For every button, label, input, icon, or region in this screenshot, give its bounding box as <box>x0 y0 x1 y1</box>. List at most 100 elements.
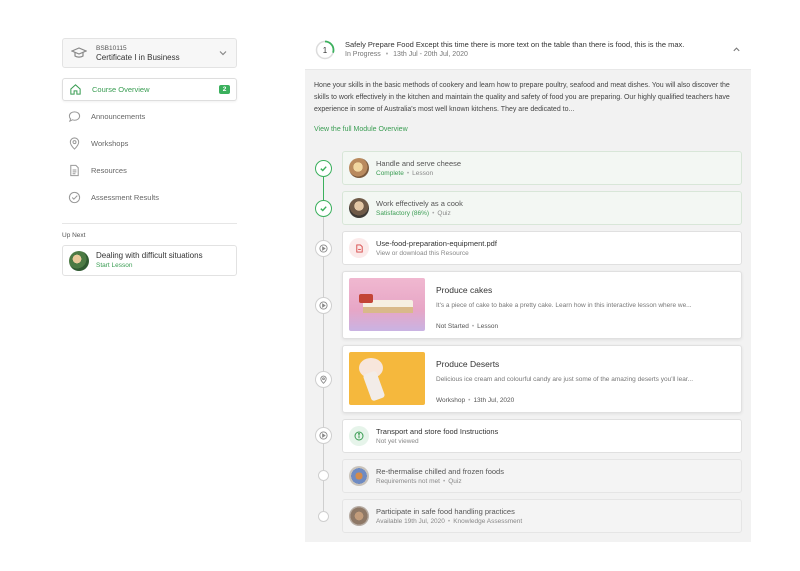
module-item-card[interactable]: Transport and store food Instructions No… <box>342 419 742 453</box>
item-meta: Workshop • 13th Jul, 2020 <box>436 397 515 404</box>
item-thumbnail <box>349 466 369 486</box>
module-progress-ring: 1 <box>315 40 335 59</box>
module-panel: 1 Safely Prepare Food Except this time t… <box>305 30 751 542</box>
module-description: Hone your skills in the basic methods of… <box>314 82 730 113</box>
item-title: Work effectively as a cook <box>376 198 463 208</box>
module-item-card[interactable]: Use-food-preparation-equipment.pdf View … <box>342 231 742 265</box>
module-overview-link[interactable]: View the full Module Overview <box>305 116 751 133</box>
item-subtitle: View or download this Resource <box>376 249 469 257</box>
item-description: It's a piece of cake to bake a pretty ca… <box>436 302 692 309</box>
up-next-label: Up Next <box>62 232 86 239</box>
item-title: Re-thermalise chilled and frozen foods <box>376 466 504 476</box>
up-next-card[interactable]: Dealing with difficult situations Start … <box>62 245 237 276</box>
item-status: Satisfactory (86%) <box>376 209 430 217</box>
info-icon <box>349 426 369 446</box>
course-code: BSB10115 <box>96 44 127 52</box>
nav-label: Assessment Results <box>91 193 159 202</box>
item-title: Transport and store food Instructions <box>376 426 499 436</box>
location-pin-icon <box>69 137 80 150</box>
step-marker <box>315 427 332 444</box>
nav-label: Workshops <box>91 139 129 148</box>
sidebar: BSB10115 Certificate I in Business Cours… <box>62 38 237 276</box>
item-type: Lesson <box>477 323 499 330</box>
speech-bubble-icon <box>68 111 81 123</box>
chevron-up-icon[interactable] <box>732 45 741 54</box>
module-item-card[interactable]: Participate in safe food handling practi… <box>342 499 742 533</box>
step-complete-marker <box>315 160 332 177</box>
module-meta: In Progress • 13th Jul - 20th Jul, 2020 <box>345 51 468 58</box>
check-icon <box>320 166 327 172</box>
ice-cream-image <box>349 352 425 405</box>
item-thumbnail <box>349 198 369 218</box>
item-title: Use-food-preparation-equipment.pdf <box>376 238 497 248</box>
module-item-card[interactable]: Handle and serve cheese Complete • Lesson <box>342 151 742 185</box>
module-header[interactable]: 1 Safely Prepare Food Except this time t… <box>305 30 751 70</box>
module-item-card[interactable]: Re-thermalise chilled and frozen foods R… <box>342 459 742 493</box>
item-status: Requirements not met <box>376 477 440 485</box>
document-icon <box>70 164 79 177</box>
item-status: Not Started <box>436 323 469 330</box>
module-item-card-large[interactable]: Produce cakes It's a piece of cake to ba… <box>342 271 742 339</box>
nav-item-resources[interactable]: Resources <box>62 159 237 182</box>
item-status: Complete <box>376 169 404 177</box>
item-meta: Requirements not met • Quiz <box>376 477 462 485</box>
item-description: Delicious ice cream and colourful candy … <box>436 376 694 383</box>
item-meta: Satisfactory (86%) • Quiz <box>376 209 451 217</box>
cake-image <box>349 278 425 331</box>
nav-label: Course Overview <box>92 85 150 94</box>
item-type: Knowledge Assessment <box>453 517 523 525</box>
item-meta: Not Started • Lesson <box>436 323 499 330</box>
count-badge: 2 <box>219 85 230 94</box>
item-title: Produce cakes <box>436 285 493 295</box>
step-marker <box>315 371 332 388</box>
step-marker <box>315 297 332 314</box>
sidebar-divider <box>62 223 237 224</box>
item-type: Quiz <box>448 477 462 485</box>
item-thumbnail <box>349 158 369 178</box>
module-item-card[interactable]: Work effectively as a cook Satisfactory … <box>342 191 742 225</box>
module-item-card-large[interactable]: Produce Deserts Delicious ice cream and … <box>342 345 742 413</box>
play-icon <box>319 431 328 440</box>
nav-item-course-overview[interactable]: Course Overview 2 <box>62 78 237 101</box>
play-icon <box>319 244 328 253</box>
graduation-cap-icon <box>71 47 87 58</box>
item-title: Produce Deserts <box>436 359 500 369</box>
nav-item-assessment-results[interactable]: Assessment Results <box>62 186 237 209</box>
module-title: Safely Prepare Food Except this time the… <box>345 40 685 49</box>
module-status: In Progress <box>345 51 381 58</box>
step-empty-marker <box>318 511 329 522</box>
play-icon <box>319 301 328 310</box>
nav-item-announcements[interactable]: Announcements <box>62 105 237 128</box>
course-selector[interactable]: BSB10115 Certificate I in Business <box>62 38 237 68</box>
item-type: Quiz <box>437 209 451 217</box>
step-complete-marker <box>315 200 332 217</box>
item-thumbnail <box>349 506 369 526</box>
check-circle-icon <box>68 191 81 204</box>
sidebar-nav: Course Overview 2 Announcements Workshop… <box>62 78 237 209</box>
up-next-thumbnail <box>69 250 89 271</box>
item-type: 13th Jul, 2020 <box>473 397 515 404</box>
chevron-down-icon <box>219 51 227 56</box>
nav-item-workshops[interactable]: Workshops <box>62 132 237 155</box>
location-pin-icon <box>320 375 327 384</box>
course-name: Certificate I in Business <box>96 52 180 62</box>
item-status: Workshop <box>436 397 466 404</box>
check-icon <box>320 206 327 212</box>
item-title: Participate in safe food handling practi… <box>376 506 515 516</box>
item-status: Available 19th Jul, 2020 <box>376 517 445 525</box>
home-icon <box>70 84 81 95</box>
item-meta: Complete • Lesson <box>376 169 434 177</box>
up-next-title: Dealing with difficult situations <box>96 251 203 260</box>
item-title: Handle and serve cheese <box>376 158 462 168</box>
step-marker <box>315 240 332 257</box>
step-empty-marker <box>318 470 329 481</box>
module-number: 1 <box>323 45 328 54</box>
item-subtitle: Not yet viewed <box>376 437 419 445</box>
module-dates: 13th Jul - 20th Jul, 2020 <box>393 51 468 58</box>
start-lesson-link[interactable]: Start Lesson <box>96 261 203 270</box>
nav-label: Announcements <box>91 112 146 121</box>
item-meta: Available 19th Jul, 2020 • Knowledge Asses… <box>376 517 523 525</box>
item-type: Lesson <box>412 169 434 177</box>
nav-label: Resources <box>91 166 127 175</box>
pdf-icon <box>349 238 369 258</box>
